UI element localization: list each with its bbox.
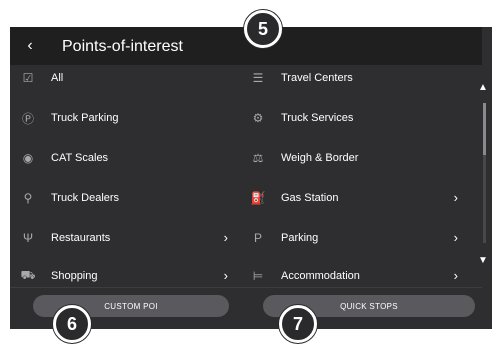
travel-centers-icon: ☰: [252, 71, 264, 85]
cat-scales-icon: ◉: [22, 151, 34, 165]
weigh-border-icon: ⚖: [252, 151, 264, 165]
poi-item[interactable]: ⛽ Gas Station ›: [250, 186, 458, 210]
shopping-cart-icon: ⛟: [20, 268, 36, 282]
poi-label: All: [51, 72, 64, 84]
poi-label: Truck Dealers: [51, 192, 120, 204]
bed-icon: ⊨: [252, 269, 264, 283]
poi-item[interactable]: P Parking ›: [250, 226, 458, 250]
poi-label: Truck Parking: [51, 112, 119, 124]
chevron-right-icon: ›: [223, 230, 228, 245]
poi-label: Accommodation: [281, 270, 360, 282]
poi-item[interactable]: ⚙ Truck Services: [250, 106, 458, 130]
chevron-right-icon: ›: [223, 268, 228, 283]
scroll-up-icon[interactable]: ▲: [478, 82, 488, 93]
restaurant-icon: Ψ: [22, 231, 34, 245]
parking-icon: P: [253, 231, 262, 245]
scrollbar-thumb[interactable]: [483, 103, 486, 155]
poi-item[interactable]: ☰ Travel Centers: [250, 66, 458, 90]
gas-station-icon: ⛽: [250, 191, 266, 205]
poi-label: Weigh & Border: [281, 152, 359, 164]
poi-item[interactable]: ⚖ Weigh & Border: [250, 146, 458, 170]
scroll-down-icon[interactable]: ▼: [478, 255, 488, 266]
back-button[interactable]: ‹: [22, 38, 38, 54]
poi-item[interactable]: ◉ CAT Scales: [20, 146, 228, 170]
truck-parking-icon: Ⓟ: [21, 111, 34, 126]
poi-item[interactable]: Ⓟ Truck Parking: [20, 106, 228, 130]
poi-label: CAT Scales: [51, 152, 109, 164]
poi-label: Shopping: [51, 270, 98, 282]
page-title: Points-of-interest: [62, 38, 183, 55]
chevron-right-icon: ›: [453, 268, 458, 283]
divider: [10, 287, 482, 288]
checkbox-icon: ☑: [22, 71, 34, 85]
poi-label: Gas Station: [281, 192, 339, 204]
poi-item[interactable]: Ψ Restaurants ›: [20, 226, 228, 250]
poi-label: Parking: [281, 232, 319, 244]
truck-services-icon: ⚙: [252, 111, 264, 125]
poi-label: Truck Services: [281, 112, 354, 124]
poi-item[interactable]: ⊨ Accommodation ›: [250, 264, 458, 288]
chevron-right-icon: ›: [453, 190, 458, 205]
chevron-right-icon: ›: [453, 230, 458, 245]
poi-item[interactable]: ☑ All: [20, 66, 228, 90]
truck-dealers-icon: ⚲: [23, 191, 33, 205]
callout-7: 7: [279, 305, 317, 343]
poi-item[interactable]: ⛟ Shopping ›: [20, 264, 228, 288]
poi-item[interactable]: ⚲ Truck Dealers: [20, 186, 228, 210]
poi-label: Restaurants: [51, 232, 111, 244]
poi-label: Travel Centers: [281, 72, 353, 84]
callout-5: 5: [244, 10, 282, 48]
callout-6: 6: [53, 305, 91, 343]
